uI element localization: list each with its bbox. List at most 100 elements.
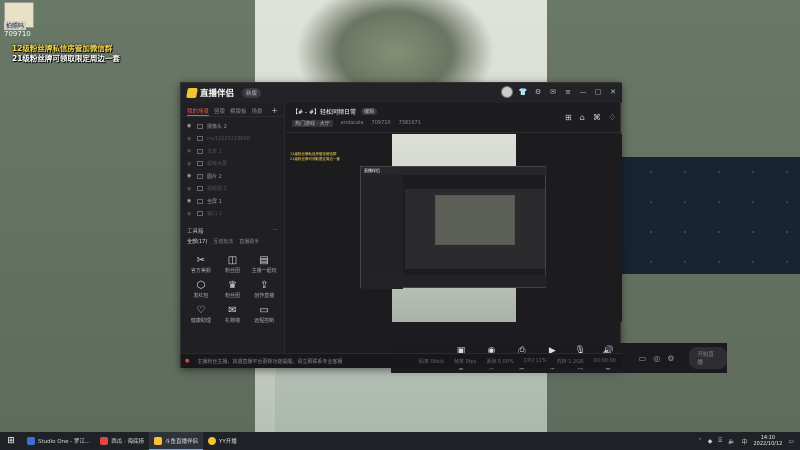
gift-icon[interactable]: ⊞ xyxy=(565,113,572,122)
live-preview[interactable]: 12级粉丝牌私信房管加微信群 21级粉丝牌可领取限定周边一套 直播伴侣 xyxy=(286,134,622,322)
taskbar: ⊞ Studio One - 罗江... 西瓜 · 海底捞 斗鱼直播伴侣 YY开… xyxy=(0,432,800,450)
windows-start-icon[interactable]: ⊞ xyxy=(0,436,22,446)
tool-label: 创作直播 xyxy=(254,293,275,299)
edit-badge[interactable]: 编辑 xyxy=(361,108,378,115)
toolbox-title: 工具箱 xyxy=(187,229,204,235)
app-logo: 直播伴侣 xyxy=(186,87,234,99)
source-label: 摄像头 2 xyxy=(207,123,227,130)
go-live-button[interactable]: 开始直播 xyxy=(689,347,727,369)
tab-scene[interactable]: 场景 xyxy=(252,107,263,116)
eye-icon[interactable]: ◉ xyxy=(187,123,193,129)
status-warning[interactable]: 主播粉丝主播，如遇直播平台更新功能提醒，请立即联系专业客服 xyxy=(197,358,342,365)
avatar[interactable] xyxy=(501,86,513,98)
language-icon[interactable]: 中 xyxy=(741,437,747,446)
taskbar-item[interactable]: YY开播 xyxy=(203,432,242,450)
studio-one-icon xyxy=(27,436,35,445)
eye-off-icon[interactable]: ◉ xyxy=(187,161,193,167)
source-item[interactable]: ◉ my1212021960ft xyxy=(181,133,284,146)
nested-title: 直播伴侣 xyxy=(361,167,547,175)
eye-icon[interactable]: ◉ xyxy=(187,173,193,179)
maximize-icon[interactable]: ▢ xyxy=(593,87,603,97)
stat-bitrate: 码率 0kb/s xyxy=(418,358,444,365)
tool-create-live[interactable]: ⇪ 创作直播 xyxy=(248,280,280,299)
tool-beauty[interactable]: ✂ 官方美颜 xyxy=(185,255,217,274)
tray-chevron-icon[interactable]: ˄ xyxy=(699,438,702,445)
taskbar-item[interactable]: 西瓜 · 海底捞 xyxy=(95,432,149,450)
eye-off-icon[interactable]: ◉ xyxy=(187,136,193,142)
taskbar-item[interactable]: 斗鱼直播伴侣 xyxy=(148,432,203,450)
tab-vertical[interactable]: 竖版 xyxy=(214,107,225,116)
tab-my-scenes[interactable]: 我的场景 xyxy=(187,107,210,116)
volume-icon[interactable]: 🔈 xyxy=(728,438,735,445)
tool-fans-group[interactable]: ◫ 粉丝团 xyxy=(217,255,249,274)
tab-assistant[interactable]: 直播助手 xyxy=(239,238,259,245)
eye-icon[interactable]: ◉ xyxy=(187,198,193,204)
clipboard-icon: ▤ xyxy=(259,255,269,266)
remote-icon: ▭ xyxy=(259,305,269,316)
eye-off-icon[interactable]: ◉ xyxy=(187,211,193,217)
source-item[interactable]: ◉ 摄像头 2 xyxy=(181,120,284,133)
status-bar: ● 主播粉丝主播，如遇直播平台更新功能提醒，请立即联系专业客服 码率 0kb/s… xyxy=(181,353,622,368)
tab-horizontal[interactable]: 横版板 xyxy=(230,107,247,116)
room-title[interactable]: 【# - #】轻松同频日常 xyxy=(292,107,356,116)
room-id-overlay: 709710 xyxy=(4,30,31,38)
bottom-right-controls: ▭ ◎ ⚙ 开始直播 xyxy=(639,347,727,369)
source-item[interactable]: ◉ 超级大屏 xyxy=(181,158,284,171)
menu-icon[interactable]: ≡ xyxy=(563,87,573,97)
titlebar-controls: 👕 ⚙ ✉ ≡ — ▢ ✕ xyxy=(501,86,618,98)
tab-all-tools[interactable]: 全部(17) xyxy=(187,238,207,245)
store-icon[interactable]: ⌂ xyxy=(580,113,585,122)
tool-fans-club[interactable]: ♛ 粉丝团 xyxy=(217,280,249,299)
taskbar-item[interactable]: Studio One - 罗江... xyxy=(22,432,95,450)
eye-off-icon[interactable]: ◉ xyxy=(187,148,193,154)
tool-gift-wall[interactable]: ✉ 礼物墙 xyxy=(217,305,249,324)
version-badge[interactable]: 新版 xyxy=(242,88,262,98)
tool-remote-control[interactable]: ▭ 远程控制 xyxy=(248,305,280,324)
source-item[interactable]: ◉ 窗口 1 xyxy=(181,208,284,221)
close-icon[interactable]: ✕ xyxy=(608,87,618,97)
preview-promo: 12级粉丝牌私信房管加微信群 21级粉丝牌可领取限定周边一套 xyxy=(290,152,340,162)
tool-label: 远程控制 xyxy=(254,318,275,324)
tool-health[interactable]: ♡ 健康助理 xyxy=(185,305,217,324)
camera-icon xyxy=(197,123,203,129)
notification-icon[interactable]: ▭ xyxy=(788,438,794,445)
preview-promo-line-2: 21级粉丝牌可领取限定周边一套 xyxy=(290,157,340,161)
file-icon xyxy=(197,136,203,142)
record-icon[interactable]: ▭ xyxy=(639,354,647,363)
app-icon xyxy=(100,436,109,445)
window-icon xyxy=(197,211,203,217)
source-item[interactable]: ◉ 视频源 1 xyxy=(181,183,284,196)
source-label: 视频源 1 xyxy=(207,186,227,193)
settings-icon[interactable]: ⚙ xyxy=(667,354,674,363)
more-icon[interactable]: ⋯ xyxy=(273,227,279,235)
image-icon xyxy=(197,173,203,179)
network-icon[interactable]: ⌸ xyxy=(718,437,722,445)
nested-sidebar xyxy=(361,175,403,289)
tool-play-together[interactable]: ▤ 主播一起玩 xyxy=(248,255,280,274)
tool-label: 粉丝团 xyxy=(224,293,240,299)
room-category[interactable]: 热门游戏 · 大厅 xyxy=(292,120,333,127)
tool-label: 健康助理 xyxy=(190,318,211,324)
mail-icon[interactable]: ✉ xyxy=(548,87,558,97)
source-list: ◉ 摄像头 2 ◉ my1212021960ft ◉ 文本 1 ◉ 超级大屏 ◉ 图片 2… xyxy=(181,117,284,220)
add-scene-button[interactable]: + xyxy=(271,107,278,116)
streamer-name: endacala xyxy=(340,120,364,126)
share-icon[interactable]: ⌘ xyxy=(593,113,601,122)
source-item[interactable]: ◉ 全屏 1 xyxy=(181,195,284,208)
scene-tabs: 我的场景 竖版 横版板 场景 + xyxy=(181,103,284,117)
effects-icon[interactable]: ◎ xyxy=(653,354,660,363)
eye-off-icon[interactable]: ◉ xyxy=(187,186,193,192)
source-item[interactable]: ◉ 文本 1 xyxy=(181,145,284,158)
clock[interactable]: 14:10 2022/10/12 xyxy=(754,435,783,447)
stat-memory: 内存 1.2GB xyxy=(556,358,584,365)
source-item[interactable]: ◉ 图片 2 xyxy=(181,170,284,183)
tray-app-icon[interactable]: ◆ xyxy=(708,438,713,445)
minimize-icon[interactable]: — xyxy=(578,87,588,97)
system-tray: ˄ ◆ ⌸ 🔈 中 14:10 2022/10/12 ▭ xyxy=(699,435,800,447)
tool-red-packet[interactable]: ⬡ 发红包 xyxy=(185,280,217,299)
tab-interactive[interactable]: 互动玩法 xyxy=(213,238,233,245)
settings-icon[interactable]: ⚙ xyxy=(533,87,543,97)
nested-inner-preview xyxy=(435,195,515,245)
shirt-icon[interactable]: 👕 xyxy=(518,87,528,97)
bell-icon[interactable]: ♢ xyxy=(609,113,616,122)
